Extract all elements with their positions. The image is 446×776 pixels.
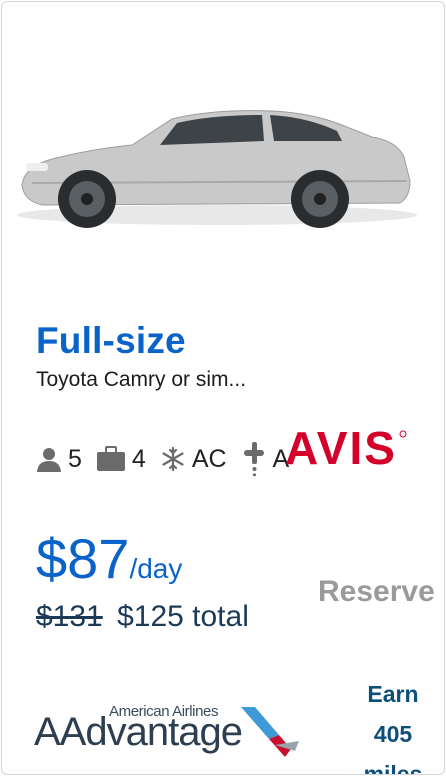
daily-price: $87 /day (36, 526, 182, 591)
car-category: Full-size (36, 320, 186, 361)
total-price: $131 $125 total (36, 600, 249, 634)
car-model: Toyota Camry or sim... (36, 368, 247, 391)
reserve-button[interactable]: Reserve (318, 570, 444, 614)
ac-feature: AC (160, 445, 227, 474)
passengers-count: 5 (68, 444, 82, 473)
miles-unit: miles (363, 761, 423, 775)
suitcase-icon (96, 446, 125, 471)
aadvantage-text: AAdvantage (34, 710, 243, 754)
ac-label: AC (191, 444, 227, 473)
earn-miles: Earn 405 miles (348, 674, 438, 775)
car-features: 5 4 AC A (36, 442, 303, 476)
gear-shift-icon (243, 442, 264, 476)
american-airlines-flight-symbol-icon (241, 707, 299, 757)
bags-count: 4 (131, 444, 146, 473)
aadvantage-logo: American Airlines AAdvantage (34, 702, 304, 762)
daily-price-amount: $87 (36, 527, 130, 590)
snowflake-icon (162, 446, 184, 472)
avis-logo-text: AVIS (285, 422, 397, 472)
original-total-price: $131 (36, 600, 103, 633)
daily-price-unit: /day (129, 553, 183, 584)
bags-feature: 4 (96, 445, 146, 474)
transmission-feature: A (241, 442, 289, 476)
passengers-feature: 5 (36, 445, 82, 474)
avis-logo: AVIS (285, 422, 407, 472)
discounted-total-price: $125 total (117, 600, 249, 633)
person-icon (37, 448, 61, 472)
miles-value: 405 (373, 721, 413, 747)
earn-label: Earn (367, 681, 419, 707)
car-image (17, 110, 417, 228)
car-rental-card[interactable]: Full-size Toyota Camry or sim... 5 4 AC … (1, 1, 445, 775)
